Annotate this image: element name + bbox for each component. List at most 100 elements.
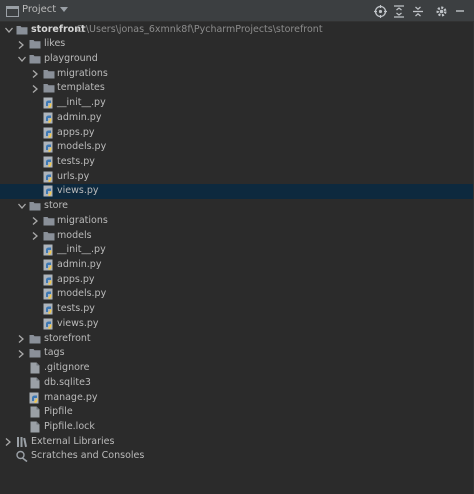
- python-file-icon: [43, 112, 55, 124]
- tree-file-models-py[interactable]: models.py: [0, 287, 474, 302]
- python-file-icon: [43, 244, 55, 256]
- tree-item-label: tests.py: [57, 303, 95, 315]
- chevron-right-icon[interactable]: [31, 217, 40, 226]
- python-file-icon: [43, 156, 55, 168]
- tree-file-views-py[interactable]: views.py: [0, 184, 474, 199]
- collapse-all-icon[interactable]: [410, 3, 426, 19]
- folder-icon: [29, 38, 41, 50]
- tree-item-label: migrations: [57, 67, 108, 79]
- project-view-title[interactable]: Project: [22, 4, 56, 15]
- tree-file-pipfile-lock[interactable]: Pipfile.lock: [0, 420, 474, 435]
- tree-item-label: playground: [44, 52, 98, 64]
- folder-icon: [29, 333, 41, 345]
- tree-item-label: tags: [44, 347, 65, 359]
- tree-item-label: migrations: [57, 214, 108, 226]
- tree-file-gitignore[interactable]: .gitignore: [0, 361, 474, 376]
- tree-file-apps-py[interactable]: apps.py: [0, 273, 474, 288]
- folder-icon: [16, 24, 28, 36]
- tree-folder-likes[interactable]: likes: [0, 37, 474, 52]
- locate-icon[interactable]: [372, 3, 388, 19]
- python-file-icon: [43, 259, 55, 271]
- tree-file-admin-py[interactable]: admin.py: [0, 258, 474, 273]
- tree-file-admin-py[interactable]: admin.py: [0, 111, 474, 126]
- chevron-right-icon[interactable]: [31, 70, 40, 79]
- file-icon: [29, 377, 41, 389]
- tree-item-label: Pipfile: [44, 406, 73, 418]
- tree-scratches-and-consoles[interactable]: Scratches and Consoles: [0, 449, 474, 464]
- python-file-icon: [43, 185, 55, 197]
- chevron-down-icon[interactable]: [4, 26, 13, 35]
- tree-folder-templates[interactable]: templates: [0, 81, 474, 96]
- tree-file-tests-py[interactable]: tests.py: [0, 302, 474, 317]
- tree-item-label: store: [44, 200, 69, 212]
- tree-file-init-py[interactable]: __init__.py: [0, 243, 474, 258]
- scratches-icon: [16, 450, 28, 463]
- tree-item-label: storefront: [44, 332, 91, 344]
- tree-item-label: models: [57, 229, 92, 241]
- folder-icon: [43, 230, 55, 242]
- project-tree[interactable]: storefront C:\Users\jonas_6xmnk8f\Pycharm…: [0, 22, 474, 494]
- file-icon: [29, 406, 41, 418]
- python-file-icon: [43, 288, 55, 300]
- python-file-icon: [43, 127, 55, 139]
- tree-item-label: db.sqlite3: [44, 376, 91, 388]
- project-toolbar: Project: [0, 0, 474, 22]
- chevron-down-icon[interactable]: [17, 202, 26, 211]
- tree-folder-migrations[interactable]: migrations: [0, 67, 474, 82]
- folder-icon: [29, 347, 41, 359]
- tree-item-label: __init__.py: [57, 97, 106, 109]
- tree-file-urls-py[interactable]: urls.py: [0, 170, 474, 185]
- python-file-icon: [43, 303, 55, 315]
- tree-file-models-py[interactable]: models.py: [0, 140, 474, 155]
- library-icon: [16, 436, 28, 448]
- chevron-down-icon[interactable]: [58, 4, 70, 16]
- tree-root-storefront[interactable]: storefront C:\Users\jonas_6xmnk8f\Pycharm…: [0, 23, 474, 38]
- tree-item-label: tests.py: [57, 155, 95, 167]
- tree-file-db-sqlite3[interactable]: db.sqlite3: [0, 376, 474, 391]
- chevron-right-icon[interactable]: [31, 232, 40, 241]
- folder-icon: [43, 68, 55, 80]
- tree-file-views-py[interactable]: views.py: [0, 317, 474, 332]
- tree-item-label: External Libraries: [31, 435, 115, 447]
- tree-file-pipfile[interactable]: Pipfile: [0, 405, 474, 420]
- tree-folder-playground[interactable]: playground: [0, 52, 474, 67]
- tree-item-label: Pipfile.lock: [44, 420, 95, 432]
- project-view-icon[interactable]: [5, 3, 20, 18]
- tree-item-label: apps.py: [57, 126, 95, 138]
- minimize-icon[interactable]: [452, 3, 468, 19]
- tree-item-label: manage.py: [44, 391, 98, 403]
- chevron-down-icon[interactable]: [17, 55, 26, 64]
- chevron-right-icon[interactable]: [17, 40, 26, 49]
- chevron-right-icon[interactable]: [4, 438, 13, 447]
- tree-item-label: Scratches and Consoles: [31, 450, 145, 462]
- gear-icon[interactable]: [433, 3, 449, 19]
- file-icon: [29, 362, 41, 374]
- chevron-right-icon[interactable]: [17, 349, 26, 358]
- folder-icon: [29, 200, 41, 212]
- python-file-icon: [43, 171, 55, 183]
- tree-folder-tags[interactable]: tags: [0, 346, 474, 361]
- python-file-icon: [43, 97, 55, 109]
- tree-folder-storefront[interactable]: storefront: [0, 332, 474, 347]
- tree-item-label: apps.py: [57, 273, 95, 285]
- tree-folder-models[interactable]: models: [0, 229, 474, 244]
- tree-folder-store[interactable]: store: [0, 199, 474, 214]
- tree-item-label: templates: [57, 82, 105, 94]
- tree-folder-migrations[interactable]: migrations: [0, 214, 474, 229]
- folder-icon: [43, 82, 55, 94]
- chevron-right-icon[interactable]: [31, 84, 40, 93]
- python-file-icon: [43, 141, 55, 153]
- project-path: C:\Users\jonas_6xmnk8f\PycharmProjects\s…: [76, 23, 323, 35]
- expand-all-icon[interactable]: [391, 3, 407, 19]
- tree-item-label: admin.py: [57, 259, 102, 271]
- tree-file-apps-py[interactable]: apps.py: [0, 126, 474, 141]
- python-file-icon: [43, 274, 55, 286]
- tree-file-manage-py[interactable]: manage.py: [0, 391, 474, 406]
- chevron-right-icon[interactable]: [17, 335, 26, 344]
- tree-file-tests-py[interactable]: tests.py: [0, 155, 474, 170]
- tree-external-libraries[interactable]: External Libraries: [0, 435, 474, 450]
- python-file-icon: [29, 392, 41, 404]
- tree-item-label: .gitignore: [44, 362, 90, 374]
- tree-item-label: models.py: [57, 288, 107, 300]
- tree-file-init-py[interactable]: __init__.py: [0, 96, 474, 111]
